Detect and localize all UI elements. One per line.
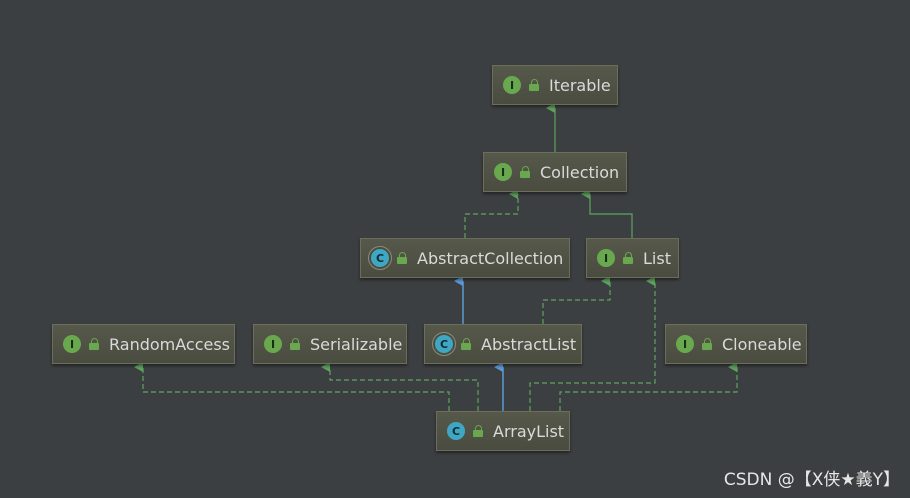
lock-icon xyxy=(473,425,483,437)
node-label: AbstractList xyxy=(481,334,577,354)
node-label: Serializable xyxy=(310,334,403,354)
edge-abstractlist-list xyxy=(542,276,611,324)
node-label: List xyxy=(643,248,671,268)
node-label: Iterable xyxy=(549,75,611,95)
node-label: AbstractCollection xyxy=(417,248,564,268)
node-label: Cloneable xyxy=(722,334,802,354)
interface-icon: I xyxy=(503,76,521,94)
node-array-list[interactable]: C ArrayList xyxy=(436,411,570,451)
interface-icon: I xyxy=(264,335,282,353)
edge-list-collection xyxy=(581,189,633,238)
lock-icon xyxy=(529,79,539,91)
lock-icon xyxy=(290,338,300,350)
node-label: RandomAccess xyxy=(109,334,231,354)
lock-icon xyxy=(702,338,712,350)
edge-arraylist-cloneable xyxy=(559,362,738,411)
node-iterable[interactable]: I Iterable xyxy=(492,65,618,105)
node-label: ArrayList xyxy=(493,421,565,441)
class-icon: C xyxy=(447,422,465,440)
node-label: Collection xyxy=(540,162,620,182)
lock-icon xyxy=(397,252,407,264)
node-random-access[interactable]: I RandomAccess xyxy=(52,324,235,364)
interface-icon: I xyxy=(597,249,615,267)
node-serializable[interactable]: I Serializable xyxy=(253,324,407,364)
interface-icon: I xyxy=(494,163,512,181)
interface-icon: I xyxy=(676,335,694,353)
abstract-class-icon: C xyxy=(371,249,389,267)
lock-icon xyxy=(520,166,530,178)
node-abstract-list[interactable]: C AbstractList xyxy=(424,324,582,364)
lock-icon xyxy=(461,338,471,350)
edge-arraylist-randomaccess xyxy=(134,362,450,411)
interface-icon: I xyxy=(63,335,81,353)
edge-abstractcollection-collection xyxy=(464,189,519,238)
lock-icon xyxy=(623,252,633,264)
node-cloneable[interactable]: I Cloneable xyxy=(665,324,807,364)
node-list[interactable]: I List xyxy=(586,238,679,278)
lock-icon xyxy=(89,338,99,350)
node-abstract-collection[interactable]: C AbstractCollection xyxy=(360,238,570,278)
watermark: CSDN @【X侠★義Y】 xyxy=(723,470,900,490)
edge-arraylist-serializable xyxy=(321,362,479,411)
node-collection[interactable]: I Collection xyxy=(483,152,627,192)
abstract-class-icon: C xyxy=(435,335,453,353)
